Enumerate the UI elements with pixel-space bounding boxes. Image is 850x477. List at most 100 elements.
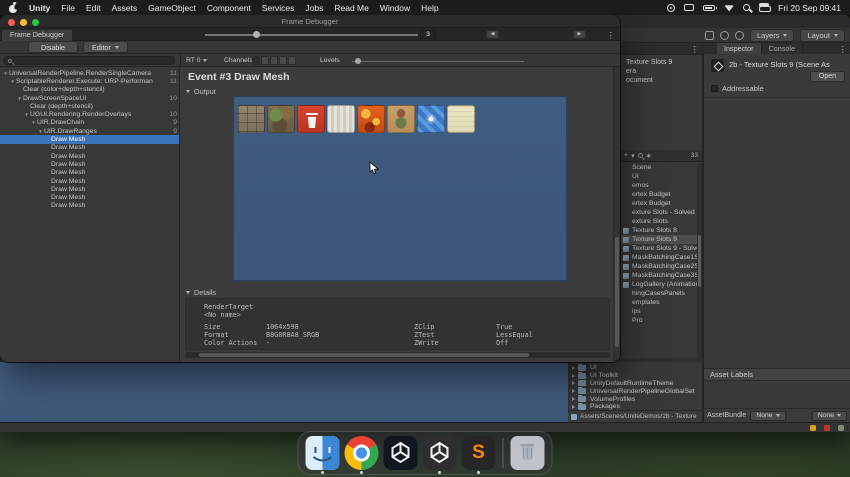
create-plus-icon[interactable]: + bbox=[624, 152, 628, 159]
project-item[interactable]: MaskBatchingCase3Sce bbox=[620, 271, 702, 280]
control-center-icon[interactable] bbox=[759, 3, 772, 12]
event-tree-row[interactable]: Draw Mesh bbox=[0, 185, 179, 193]
event-number-field[interactable]: 3 bbox=[420, 30, 436, 39]
wifi-icon[interactable] bbox=[724, 5, 735, 12]
scrollbar-thumb[interactable] bbox=[698, 235, 701, 287]
search-input[interactable] bbox=[3, 56, 175, 65]
layers-dropdown[interactable]: Layers bbox=[749, 28, 795, 42]
project-folder-row[interactable]: Packages bbox=[568, 402, 702, 410]
channel-button[interactable] bbox=[261, 56, 269, 65]
cloud-icon[interactable] bbox=[734, 30, 744, 40]
menubar-clock[interactable]: Fri 20 Sep 09:41 bbox=[778, 3, 841, 13]
channel-button[interactable] bbox=[279, 56, 287, 65]
previous-event-button[interactable]: ◀ bbox=[486, 30, 499, 39]
project-folder-row[interactable]: VolumeProfiles bbox=[568, 395, 702, 403]
menubar-item[interactable]: File bbox=[61, 3, 75, 13]
project-item[interactable]: emos bbox=[620, 181, 702, 190]
project-item[interactable]: ips bbox=[620, 307, 702, 316]
scene-view[interactable] bbox=[0, 362, 568, 422]
foldout-arrow-icon[interactable]: ▼ bbox=[23, 112, 30, 117]
menubar-item[interactable]: GameObject bbox=[148, 3, 196, 13]
project-folder-row[interactable]: UnityDefaultRuntimeTheme bbox=[568, 379, 702, 388]
search-icon[interactable] bbox=[637, 153, 643, 158]
foldout-arrow-icon[interactable]: ▼ bbox=[9, 79, 16, 84]
hierarchy-item[interactable]: Texture Slots 9 bbox=[620, 58, 702, 67]
event-tree-row[interactable]: Draw Mesh bbox=[0, 169, 179, 177]
event-tree-row[interactable]: Draw Mesh bbox=[0, 152, 179, 160]
event-tree-row[interactable]: Draw Mesh bbox=[0, 160, 179, 168]
foldout-arrow-icon[interactable]: ▼ bbox=[2, 71, 9, 76]
menubar-item[interactable]: Services bbox=[262, 3, 295, 13]
disable-button[interactable]: Disable bbox=[28, 41, 78, 53]
render-target-dropdown[interactable]: RT 0 bbox=[186, 57, 208, 64]
unity-hub-dock-icon[interactable] bbox=[383, 436, 418, 470]
status-warning-icon[interactable] bbox=[810, 424, 816, 431]
output-foldout[interactable]: Output bbox=[186, 87, 216, 96]
breadcrumb[interactable]: Assets/Scenes/UniteDemos/2b - Texture bbox=[580, 413, 697, 420]
menubar-item[interactable]: Window bbox=[380, 3, 410, 13]
folder-caret-icon[interactable] bbox=[572, 404, 575, 409]
project-item[interactable]: Scene bbox=[620, 163, 702, 172]
project-item[interactable]: MaskBatchingCase2Sce bbox=[620, 262, 702, 271]
event-tree-row[interactable]: ▼ UGUI.Rendering.RenderOverlays 10 bbox=[0, 110, 179, 118]
project-folder-row[interactable]: UniversalRenderPipelineGlobalSet bbox=[568, 387, 702, 395]
tab-inspector[interactable]: Inspector bbox=[717, 43, 762, 54]
event-tree-row[interactable]: Clear (depth+stencil) bbox=[0, 102, 179, 110]
event-tree-row[interactable]: Draw Mesh bbox=[0, 135, 179, 144]
open-button[interactable]: Open bbox=[809, 71, 845, 82]
panel-menu-icon[interactable]: ⋮ bbox=[607, 29, 616, 41]
project-folder-row[interactable]: UI bbox=[568, 364, 702, 372]
details-foldout[interactable]: Details bbox=[186, 288, 216, 297]
channel-button[interactable] bbox=[252, 56, 260, 65]
addressable-checkbox[interactable] bbox=[711, 85, 718, 92]
event-tree-row[interactable]: Draw Mesh bbox=[0, 177, 179, 185]
hierarchy-item[interactable]: era bbox=[620, 67, 702, 76]
unity-editor-dock-icon[interactable] bbox=[422, 436, 457, 470]
sublime-text-dock-icon[interactable]: S bbox=[461, 436, 496, 470]
target-selector-dropdown[interactable]: Editor bbox=[82, 41, 128, 53]
project-item[interactable]: Pro bbox=[620, 316, 702, 325]
grid-icon[interactable] bbox=[704, 30, 714, 40]
menubar-item[interactable]: Jobs bbox=[305, 3, 323, 13]
event-tree-row[interactable]: ▼ UIR.DrawRanges 9 bbox=[0, 127, 179, 135]
event-tree-row[interactable]: Draw Mesh bbox=[0, 202, 179, 210]
project-item[interactable]: ertex Budget bbox=[620, 190, 702, 199]
event-tree-row[interactable]: ▼ UIR.DrawChain 9 bbox=[0, 119, 179, 127]
event-tree-row[interactable]: ▼ DrawScreenSpaceUI 10 bbox=[0, 94, 179, 102]
vertical-scrollbar[interactable] bbox=[613, 67, 620, 362]
menubar-item[interactable]: Read Me bbox=[334, 3, 369, 13]
channel-button[interactable] bbox=[288, 56, 296, 65]
levels-slider-track[interactable] bbox=[352, 60, 524, 62]
account-icon[interactable] bbox=[719, 30, 729, 40]
status-error-icon[interactable] bbox=[824, 424, 830, 431]
foldout-arrow-icon[interactable]: ▼ bbox=[16, 96, 23, 101]
scrollbar-thumb[interactable] bbox=[199, 353, 529, 357]
foldout-arrow-icon[interactable]: ▼ bbox=[37, 129, 44, 134]
dropdown-caret-icon[interactable]: ▾ bbox=[631, 152, 635, 160]
project-folder-row[interactable]: UI Toolkit bbox=[568, 371, 702, 380]
event-tree-row[interactable]: ▼ ScriptableRenderer.Execute: URP-Perfor… bbox=[0, 77, 179, 85]
horizontal-scrollbar[interactable] bbox=[185, 352, 610, 358]
spotlight-icon[interactable] bbox=[743, 4, 751, 11]
project-item[interactable]: Texture Slots 9 bbox=[620, 235, 702, 244]
trash-dock-icon[interactable] bbox=[510, 436, 545, 470]
project-item[interactable]: emplates bbox=[620, 298, 702, 307]
favorites-star-icon[interactable]: ∗ bbox=[646, 152, 652, 160]
project-item[interactable]: hingCasesPanels bbox=[620, 289, 702, 298]
finder-dock-icon[interactable] bbox=[305, 436, 340, 470]
battery-icon[interactable] bbox=[703, 4, 718, 11]
project-scrollbar[interactable] bbox=[697, 163, 702, 358]
menubar-item[interactable]: Help bbox=[421, 3, 438, 13]
event-slider-handle[interactable] bbox=[253, 31, 260, 38]
folder-caret-icon[interactable] bbox=[572, 389, 575, 394]
next-event-button[interactable]: ▶ bbox=[573, 30, 586, 39]
menubar-app-name[interactable]: Unity bbox=[29, 3, 50, 13]
folder-caret-icon[interactable] bbox=[572, 365, 575, 370]
scrollbar-thumb[interactable] bbox=[615, 237, 619, 347]
project-item[interactable]: ertex Budget bbox=[620, 199, 702, 208]
project-item[interactable]: exture Slots bbox=[620, 217, 702, 226]
project-item[interactable]: exture Slots - Solved bbox=[620, 208, 702, 217]
asset-labels-header[interactable]: Asset Labels bbox=[704, 368, 850, 381]
assetbundle-variant-dropdown[interactable]: None bbox=[811, 410, 847, 421]
tab-frame-debugger[interactable]: Frame Debugger bbox=[2, 30, 73, 41]
